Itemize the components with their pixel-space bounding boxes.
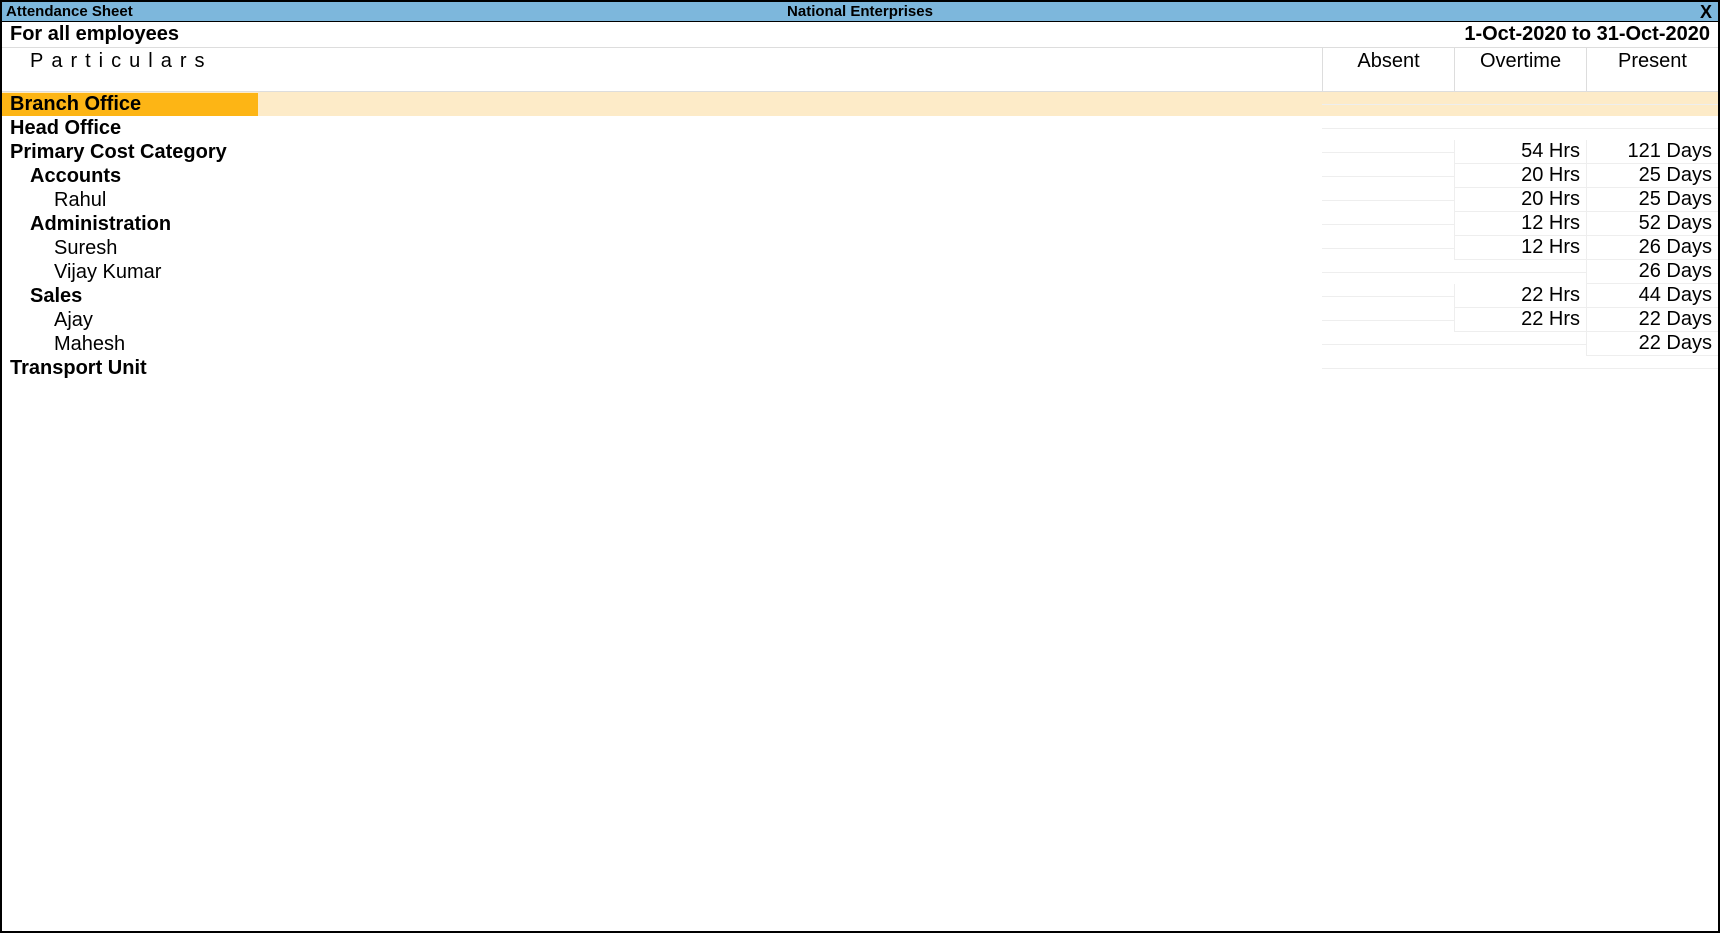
cell-absent bbox=[1322, 128, 1454, 129]
cell-absent bbox=[1322, 104, 1454, 105]
titlebar: Attendance Sheet National Enterprises X bbox=[2, 2, 1718, 22]
window-title-center: National Enterprises bbox=[2, 3, 1718, 20]
row-label: Head Office bbox=[10, 117, 121, 139]
cell-present: 22 Days bbox=[1586, 308, 1718, 332]
subheader: For all employees 1-Oct-2020 to 31-Oct-2… bbox=[2, 22, 1718, 48]
cell-present bbox=[1586, 104, 1718, 105]
cell-overtime: 54 Hrs bbox=[1454, 140, 1586, 164]
cell-absent bbox=[1322, 368, 1454, 369]
col-overtime: Overtime bbox=[1454, 48, 1586, 91]
cell-present: 26 Days bbox=[1586, 260, 1718, 284]
cell-present: 22 Days bbox=[1586, 332, 1718, 356]
cell-overtime bbox=[1454, 368, 1586, 369]
cell-absent bbox=[1322, 344, 1454, 345]
row-label: Sales bbox=[30, 285, 82, 307]
cell-overtime bbox=[1454, 344, 1586, 345]
window-title-left: Attendance Sheet bbox=[6, 3, 133, 20]
cell-overtime: 20 Hrs bbox=[1454, 188, 1586, 212]
row-label: Suresh bbox=[54, 237, 117, 259]
row-head-office[interactable]: Head Office bbox=[2, 116, 1718, 140]
close-button[interactable]: X bbox=[1698, 4, 1714, 20]
col-present: Present bbox=[1586, 48, 1718, 91]
row-label: Ajay bbox=[54, 309, 93, 331]
row-label: Branch Office bbox=[10, 93, 141, 115]
subheader-date-range: 1-Oct-2020 to 31-Oct-2020 bbox=[1464, 23, 1710, 46]
row-label: Administration bbox=[30, 213, 171, 235]
row-primary-cost-category[interactable]: Primary Cost Category 54 Hrs 121 Days bbox=[2, 140, 1718, 164]
cell-present: 25 Days bbox=[1586, 164, 1718, 188]
row-administration[interactable]: Administration 12 Hrs 52 Days bbox=[2, 212, 1718, 236]
row-label: Primary Cost Category bbox=[10, 141, 227, 163]
cell-overtime bbox=[1454, 128, 1586, 129]
cell-overtime bbox=[1454, 272, 1586, 273]
row-label: Rahul bbox=[54, 189, 106, 211]
row-label: Mahesh bbox=[54, 333, 125, 355]
cell-present: 25 Days bbox=[1586, 188, 1718, 212]
col-absent: Absent bbox=[1322, 48, 1454, 91]
cell-absent bbox=[1322, 152, 1454, 153]
row-rahul[interactable]: Rahul 20 Hrs 25 Days bbox=[2, 188, 1718, 212]
row-vijay-kumar[interactable]: Vijay Kumar 26 Days bbox=[2, 260, 1718, 284]
cell-present: 121 Days bbox=[1586, 140, 1718, 164]
cell-present: 52 Days bbox=[1586, 212, 1718, 236]
row-mahesh[interactable]: Mahesh 22 Days bbox=[2, 332, 1718, 356]
cell-overtime bbox=[1454, 104, 1586, 105]
cell-absent bbox=[1322, 320, 1454, 321]
row-ajay[interactable]: Ajay 22 Hrs 22 Days bbox=[2, 308, 1718, 332]
row-label: Accounts bbox=[30, 165, 121, 187]
cell-absent bbox=[1322, 248, 1454, 249]
cell-overtime: 22 Hrs bbox=[1454, 284, 1586, 308]
cell-present: 44 Days bbox=[1586, 284, 1718, 308]
cell-absent bbox=[1322, 296, 1454, 297]
cell-overtime: 22 Hrs bbox=[1454, 308, 1586, 332]
row-label: Vijay Kumar bbox=[54, 261, 161, 283]
cell-absent bbox=[1322, 224, 1454, 225]
row-transport-unit[interactable]: Transport Unit bbox=[2, 356, 1718, 380]
cell-absent bbox=[1322, 176, 1454, 177]
cell-absent bbox=[1322, 272, 1454, 273]
row-suresh[interactable]: Suresh 12 Hrs 26 Days bbox=[2, 236, 1718, 260]
col-particulars: Particulars bbox=[2, 48, 1322, 91]
row-branch-office[interactable]: Branch Office bbox=[2, 92, 1718, 116]
cell-absent bbox=[1322, 200, 1454, 201]
row-accounts[interactable]: Accounts 20 Hrs 25 Days bbox=[2, 164, 1718, 188]
data-grid: Branch Office Head Office Primary Cost C… bbox=[2, 92, 1718, 931]
row-sales[interactable]: Sales 22 Hrs 44 Days bbox=[2, 284, 1718, 308]
cell-overtime: 12 Hrs bbox=[1454, 212, 1586, 236]
subheader-left: For all employees bbox=[10, 23, 179, 46]
column-header-row: Particulars Absent Overtime Present bbox=[2, 48, 1718, 92]
row-label: Transport Unit bbox=[10, 357, 147, 379]
cell-present: 26 Days bbox=[1586, 236, 1718, 260]
cell-present bbox=[1586, 128, 1718, 129]
cell-overtime: 20 Hrs bbox=[1454, 164, 1586, 188]
cell-overtime: 12 Hrs bbox=[1454, 236, 1586, 260]
cell-present bbox=[1586, 368, 1718, 369]
